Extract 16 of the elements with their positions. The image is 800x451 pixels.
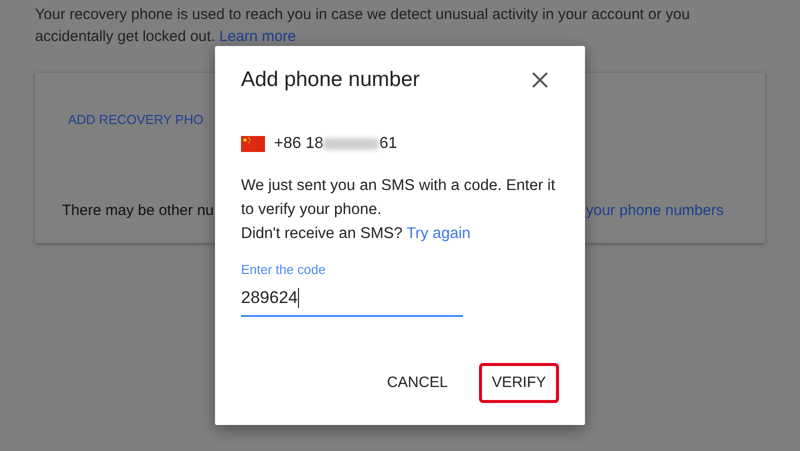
phone-number-end: 61 xyxy=(379,134,398,154)
sms-message: We just sent you an SMS with a code. Enter it to verify your phone. xyxy=(241,176,556,220)
phone-number-start: +86 18 xyxy=(274,134,324,154)
intro-text: Your recovery phone is used to reach you in case we detect unusual activity in your account or you accidentally get locked out. Learn more xyxy=(35,5,691,47)
phone-numbers-link[interactable]: your phone numbers xyxy=(586,200,724,222)
code-input-field[interactable]: Enter the code 289624 xyxy=(241,260,463,316)
dialog-title: Add phone number xyxy=(241,67,420,93)
learn-more-link[interactable]: Learn more xyxy=(219,28,296,45)
retry-text: Didn't receive an SMS? Try again xyxy=(241,224,472,244)
note-text: There may be other nu xyxy=(62,201,214,221)
cancel-button[interactable]: CANCEL xyxy=(374,362,461,403)
close-icon[interactable] xyxy=(531,70,549,89)
add-recovery-phone-link[interactable]: ADD RECOVERY PHO xyxy=(68,110,204,130)
verify-button[interactable]: VERIFY xyxy=(478,362,559,403)
try-again-link[interactable]: Try again xyxy=(406,224,471,242)
flag-icon xyxy=(241,136,265,152)
